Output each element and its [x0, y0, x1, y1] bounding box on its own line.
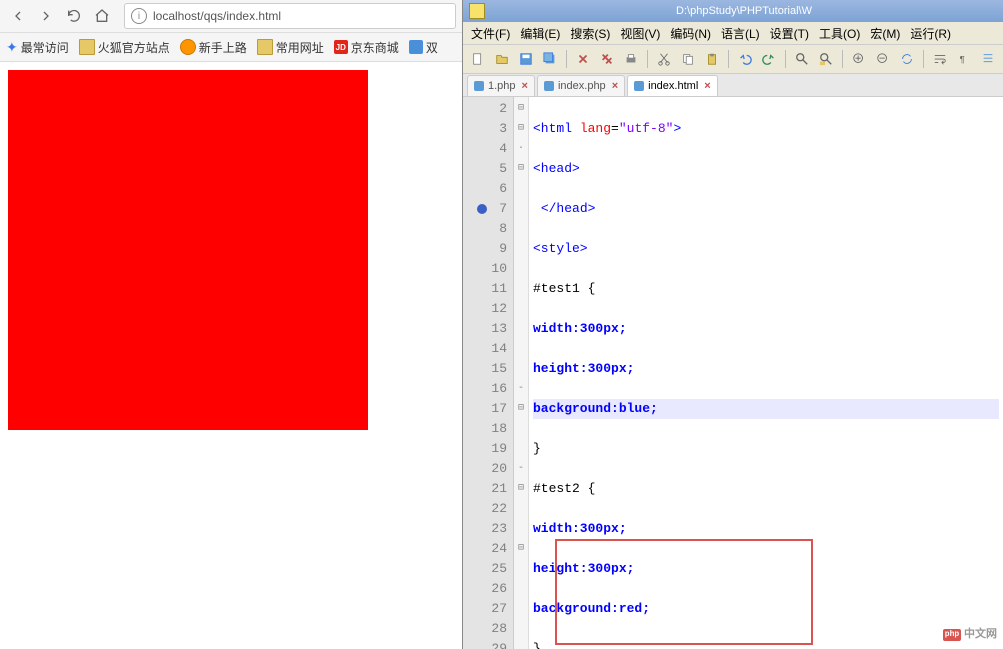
- paste-icon[interactable]: [701, 48, 723, 70]
- menu-run[interactable]: 运行(R): [906, 23, 955, 44]
- separator: [647, 50, 648, 68]
- menu-edit[interactable]: 编辑(E): [516, 23, 564, 44]
- code-editor[interactable]: 2345678910111213141516171819202122232425…: [463, 97, 1003, 649]
- line-gutter: 2345678910111213141516171819202122232425…: [463, 97, 514, 649]
- title-path: D:\phpStudy\PHPTutorial\W: [491, 5, 997, 17]
- menu-settings[interactable]: 设置(T): [766, 23, 813, 44]
- separator: [842, 50, 843, 68]
- svg-text:¶: ¶: [960, 55, 965, 66]
- save-all-icon[interactable]: [539, 48, 561, 70]
- test-div[interactable]: [8, 70, 368, 430]
- browser-pane: i localhost/qqs/index.html ✦最常访问 火狐官方站点 …: [0, 0, 463, 649]
- forward-button[interactable]: [34, 4, 58, 28]
- folder-icon: [79, 39, 95, 55]
- separator: [566, 50, 567, 68]
- close-all-icon[interactable]: [596, 48, 618, 70]
- close-tab-icon[interactable]: ×: [522, 80, 528, 92]
- bookmark-firefox-site[interactable]: 火狐官方站点: [79, 39, 170, 56]
- menu-view[interactable]: 视图(V): [616, 23, 664, 44]
- menu-search[interactable]: 搜索(S): [566, 23, 614, 44]
- watermark: php中文网: [943, 625, 997, 645]
- url-bar[interactable]: i localhost/qqs/index.html: [124, 3, 456, 29]
- home-button[interactable]: [90, 4, 114, 28]
- indent-guide-icon[interactable]: [977, 48, 999, 70]
- editor-toolbar: ¶: [463, 45, 1003, 74]
- bookmark-newbie[interactable]: 新手上路: [180, 39, 247, 56]
- editor-menubar: 文件(F) 编辑(E) 搜索(S) 视图(V) 编码(N) 语言(L) 设置(T…: [463, 22, 1003, 45]
- show-all-chars-icon[interactable]: ¶: [953, 48, 975, 70]
- new-file-icon[interactable]: [467, 48, 489, 70]
- bookmarks-bar: ✦最常访问 火狐官方站点 新手上路 常用网址 JD京东商城 双: [0, 33, 462, 62]
- highlight-frame: [555, 539, 813, 645]
- browser-viewport: [0, 62, 462, 649]
- editor-pane: D:\phpStudy\PHPTutorial\W 文件(F) 编辑(E) 搜索…: [463, 0, 1003, 649]
- file-icon: [634, 81, 644, 91]
- jd-icon: JD: [334, 40, 348, 54]
- firefox-icon: [180, 39, 196, 55]
- tab-1php[interactable]: 1.php×: [467, 75, 535, 96]
- redo-icon[interactable]: [758, 48, 780, 70]
- url-text: localhost/qqs/index.html: [153, 9, 281, 23]
- tab-indexhtml[interactable]: index.html×: [627, 75, 718, 96]
- copy-icon[interactable]: [677, 48, 699, 70]
- bookmark-double[interactable]: 双: [409, 39, 438, 56]
- separator: [728, 50, 729, 68]
- browser-navbar: i localhost/qqs/index.html: [0, 0, 462, 33]
- bookmark-jd[interactable]: JD京东商城: [334, 39, 399, 56]
- file-icon: [474, 81, 484, 91]
- bookmark-common[interactable]: 常用网址: [257, 39, 324, 56]
- logo-icon: php: [943, 629, 961, 641]
- back-button[interactable]: [6, 4, 30, 28]
- separator: [923, 50, 924, 68]
- replace-icon[interactable]: [815, 48, 837, 70]
- file-icon: [544, 81, 554, 91]
- close-icon[interactable]: [572, 48, 594, 70]
- menu-file[interactable]: 文件(F): [467, 23, 514, 44]
- code-area[interactable]: <html lang="utf-8"> <head> </head> <styl…: [529, 97, 1003, 649]
- tab-indexphp[interactable]: index.php×: [537, 75, 625, 96]
- menu-tools[interactable]: 工具(O): [815, 23, 864, 44]
- cut-icon[interactable]: [653, 48, 675, 70]
- menu-macro[interactable]: 宏(M): [866, 23, 904, 44]
- print-icon[interactable]: [620, 48, 642, 70]
- sync-icon[interactable]: [896, 48, 918, 70]
- star-icon: ✦: [6, 39, 18, 56]
- info-icon: i: [131, 8, 147, 24]
- folder-icon: [257, 39, 273, 55]
- editor-tabbar: 1.php× index.php× index.html×: [463, 74, 1003, 97]
- menu-language[interactable]: 语言(L): [717, 23, 764, 44]
- save-icon[interactable]: [515, 48, 537, 70]
- word-wrap-icon[interactable]: [929, 48, 951, 70]
- editor-titlebar: D:\phpStudy\PHPTutorial\W: [463, 0, 1003, 22]
- reload-button[interactable]: [62, 4, 86, 28]
- open-file-icon[interactable]: [491, 48, 513, 70]
- zoom-out-icon[interactable]: [872, 48, 894, 70]
- app-icon: [469, 3, 485, 19]
- close-tab-icon[interactable]: ×: [704, 80, 710, 92]
- close-tab-icon[interactable]: ×: [612, 80, 618, 92]
- leaf-icon: [409, 40, 423, 54]
- zoom-in-icon[interactable]: [848, 48, 870, 70]
- bookmark-most-visited[interactable]: ✦最常访问: [6, 39, 69, 56]
- menu-encoding[interactable]: 编码(N): [666, 23, 715, 44]
- find-icon[interactable]: [791, 48, 813, 70]
- separator: [785, 50, 786, 68]
- undo-icon[interactable]: [734, 48, 756, 70]
- fold-gutter[interactable]: ⊟⊟·⊟-⊟-⊟⊟: [514, 97, 529, 649]
